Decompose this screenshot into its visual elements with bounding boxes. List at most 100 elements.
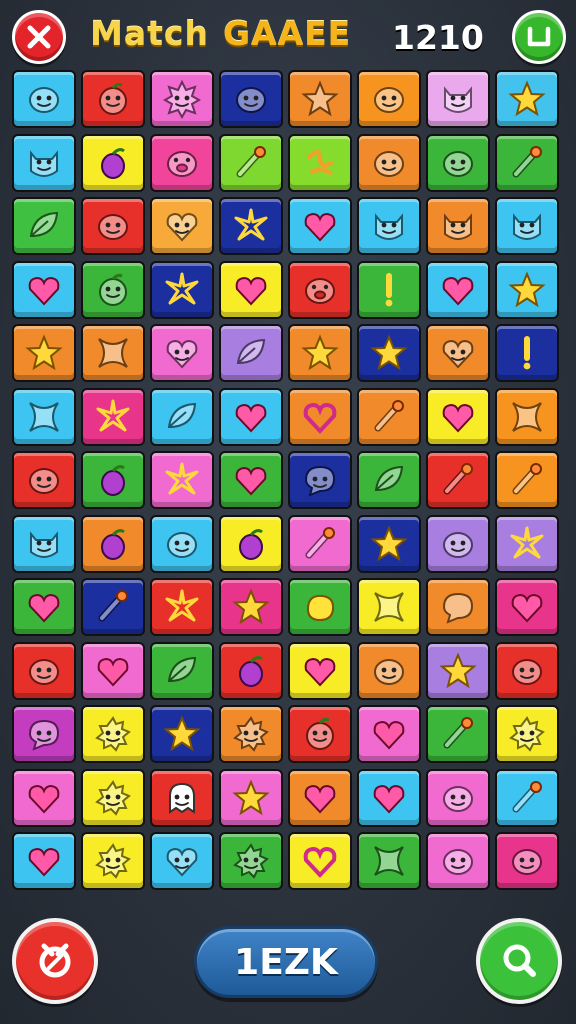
game-tile[interactable] — [150, 832, 214, 890]
game-tile[interactable] — [288, 514, 352, 573]
game-tile[interactable] — [219, 514, 283, 573]
game-tile[interactable] — [12, 514, 76, 573]
game-tile[interactable] — [150, 641, 214, 700]
game-tile[interactable] — [219, 451, 283, 509]
game-tile[interactable] — [288, 451, 352, 509]
game-tile[interactable] — [150, 324, 214, 382]
game-tile[interactable] — [495, 578, 559, 636]
game-tile[interactable] — [426, 70, 490, 128]
game-tile[interactable] — [288, 197, 352, 255]
game-tile[interactable] — [81, 768, 145, 827]
game-tile[interactable] — [81, 387, 145, 446]
game-tile[interactable] — [288, 387, 352, 446]
game-tile[interactable] — [219, 578, 283, 636]
game-tile[interactable] — [426, 260, 490, 319]
game-tile[interactable] — [426, 641, 490, 700]
game-tile[interactable] — [288, 70, 352, 128]
game-tile[interactable] — [357, 260, 421, 319]
shuffle-button[interactable] — [12, 918, 98, 1004]
game-tile[interactable] — [12, 387, 76, 446]
game-tile[interactable] — [357, 832, 421, 890]
game-tile[interactable] — [12, 768, 76, 827]
game-tile[interactable] — [495, 197, 559, 255]
game-tile[interactable] — [495, 705, 559, 763]
game-tile[interactable] — [81, 197, 145, 255]
game-tile[interactable] — [426, 451, 490, 509]
game-tile[interactable] — [150, 578, 214, 636]
game-tile[interactable] — [426, 514, 490, 573]
game-tile[interactable] — [357, 70, 421, 128]
game-tile[interactable] — [81, 70, 145, 128]
game-tile[interactable] — [219, 832, 283, 890]
game-tile[interactable] — [150, 768, 214, 827]
game-tile[interactable] — [288, 705, 352, 763]
game-tile[interactable] — [426, 387, 490, 446]
game-tile[interactable] — [150, 387, 214, 446]
game-tile[interactable] — [81, 705, 145, 763]
game-tile[interactable] — [426, 578, 490, 636]
game-tile[interactable] — [288, 832, 352, 890]
menu-button[interactable] — [512, 10, 566, 64]
game-tile[interactable] — [150, 260, 214, 319]
game-tile[interactable] — [12, 451, 76, 509]
game-tile[interactable] — [288, 641, 352, 700]
game-tile[interactable] — [150, 705, 214, 763]
game-tile[interactable] — [150, 197, 214, 255]
game-tile[interactable] — [357, 324, 421, 382]
game-tile[interactable] — [495, 641, 559, 700]
game-tile[interactable] — [81, 133, 145, 192]
game-tile[interactable] — [357, 387, 421, 446]
game-tile[interactable] — [12, 133, 76, 192]
game-tile[interactable] — [495, 70, 559, 128]
game-tile[interactable] — [219, 768, 283, 827]
game-tile[interactable] — [495, 832, 559, 890]
game-tile[interactable] — [219, 260, 283, 319]
game-tile[interactable] — [426, 705, 490, 763]
game-tile[interactable] — [357, 197, 421, 255]
game-tile[interactable] — [357, 705, 421, 763]
game-tile[interactable] — [495, 324, 559, 382]
game-tile[interactable] — [12, 197, 76, 255]
game-tile[interactable] — [219, 705, 283, 763]
game-tile[interactable] — [12, 260, 76, 319]
game-tile[interactable] — [219, 641, 283, 700]
search-button[interactable] — [476, 918, 562, 1004]
game-tile[interactable] — [219, 387, 283, 446]
game-tile[interactable] — [81, 451, 145, 509]
game-tile[interactable] — [288, 133, 352, 192]
game-tile[interactable] — [81, 578, 145, 636]
game-tile[interactable] — [288, 324, 352, 382]
game-tile[interactable] — [219, 197, 283, 255]
close-button[interactable] — [12, 10, 66, 64]
game-tile[interactable] — [288, 260, 352, 319]
game-tile[interactable] — [357, 514, 421, 573]
game-tile[interactable] — [426, 133, 490, 192]
center-counter-button[interactable]: 1EZK — [194, 926, 378, 998]
game-tile[interactable] — [357, 451, 421, 509]
game-tile[interactable] — [495, 451, 559, 509]
game-tile[interactable] — [81, 641, 145, 700]
game-tile[interactable] — [81, 260, 145, 319]
game-tile[interactable] — [357, 768, 421, 827]
game-tile[interactable] — [12, 641, 76, 700]
game-tile[interactable] — [357, 133, 421, 192]
game-tile[interactable] — [150, 133, 214, 192]
game-tile[interactable] — [150, 451, 214, 509]
game-tile[interactable] — [12, 70, 76, 128]
game-tile[interactable] — [495, 387, 559, 446]
game-tile[interactable] — [12, 578, 76, 636]
game-tile[interactable] — [81, 324, 145, 382]
game-tile[interactable] — [495, 768, 559, 827]
game-tile[interactable] — [81, 832, 145, 890]
game-tile[interactable] — [426, 832, 490, 890]
game-tile[interactable] — [81, 514, 145, 573]
game-tile[interactable] — [495, 514, 559, 573]
game-tile[interactable] — [219, 133, 283, 192]
game-tile[interactable] — [426, 324, 490, 382]
game-tile[interactable] — [12, 832, 76, 890]
game-tile[interactable] — [12, 324, 76, 382]
game-tile[interactable] — [219, 70, 283, 128]
game-tile[interactable] — [219, 324, 283, 382]
game-tile[interactable] — [426, 768, 490, 827]
game-tile[interactable] — [150, 514, 214, 573]
